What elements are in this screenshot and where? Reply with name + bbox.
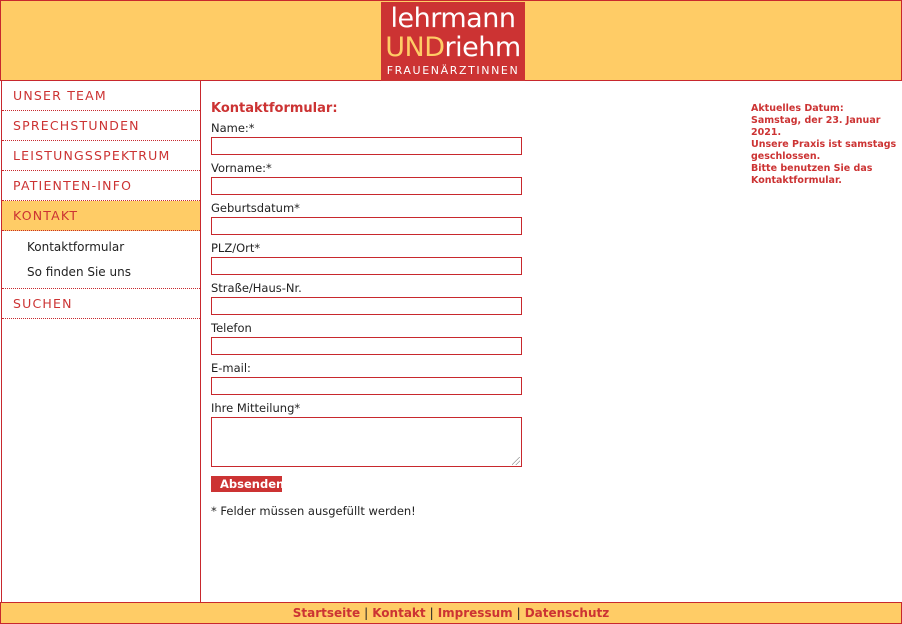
footer-separator: | [364, 606, 369, 620]
vorname-field[interactable] [211, 177, 522, 195]
strasse-label: Straße/Haus-Nr. [211, 281, 302, 295]
plz-ort-label: PLZ/Ort* [211, 241, 261, 255]
footer: Startseite | Kontakt | Impressum | Datenschutz [0, 602, 902, 624]
logo-und: UND [385, 32, 445, 63]
geburtsdatum-field[interactable] [211, 217, 522, 235]
logo-subtitle: FRAUENÄRZTINNEN [386, 64, 520, 77]
nav-item-kontakt[interactable]: KONTAKT [2, 201, 200, 231]
nav-item-sprechstunden[interactable]: SPRECHSTUNDEN [2, 111, 200, 141]
strasse-field[interactable] [211, 297, 522, 315]
info-box: Aktuelles Datum: Samstag, der 23. Januar… [751, 103, 899, 187]
subnav-item-kontaktformular[interactable]: Kontaktformular [2, 235, 200, 260]
resize-grip-icon[interactable] [512, 457, 520, 465]
email-label: E-mail: [211, 361, 251, 375]
required-note: * Felder müssen ausgefüllt werden! [211, 504, 416, 518]
sidebar-nav: UNSER TEAM SPRECHSTUNDEN LEISTUNGSSPEKTR… [1, 81, 201, 602]
email-field[interactable] [211, 377, 522, 395]
footer-separator: | [429, 606, 434, 620]
footer-link-kontakt[interactable]: Kontakt [372, 606, 425, 620]
info-closed-notice: Unsere Praxis ist samstags geschlossen. [751, 139, 897, 162]
geburtsdatum-label: Geburtsdatum* [211, 201, 300, 215]
nav-item-patienten-info[interactable]: PATIENTEN-INFO [2, 171, 200, 201]
nav-item-leistungsspektrum[interactable]: LEISTUNGSSPEKTRUM [2, 141, 200, 171]
footer-separator: | [516, 606, 521, 620]
submit-button[interactable]: Absenden [211, 476, 284, 492]
telefon-label: Telefon [211, 321, 252, 335]
logo-line2: UNDriehm [381, 33, 525, 63]
info-date: Samstag, der 23. Januar 2021. [751, 115, 881, 138]
contact-form: Kontaktformular: Name:* Vorname:* Geburt… [211, 101, 551, 518]
page: lehrmann UNDriehm FRAUENÄRZTINNEN UNSER … [0, 0, 902, 624]
subnav-item-so-finden-sie-uns[interactable]: So finden Sie uns [2, 260, 200, 285]
footer-link-impressum[interactable]: Impressum [438, 606, 513, 620]
name-label: Name:* [211, 121, 255, 135]
nav-item-suchen[interactable]: SUCHEN [2, 289, 200, 319]
logo-riehm: riehm [444, 32, 522, 63]
subnav-kontakt: Kontaktformular So finden Sie uns [2, 231, 200, 289]
header: lehrmann UNDriehm FRAUENÄRZTINNEN [0, 0, 902, 81]
form-title: Kontaktformular: [211, 101, 338, 116]
nav-item-unser-team[interactable]: UNSER TEAM [2, 81, 200, 111]
telefon-field[interactable] [211, 337, 522, 355]
vorname-label: Vorname:* [211, 161, 272, 175]
message-textarea[interactable] [211, 417, 522, 467]
message-label: Ihre Mitteilung* [211, 401, 301, 415]
info-use-form: Bitte benutzen Sie das Kontaktformular. [751, 163, 873, 186]
plz-ort-field[interactable] [211, 257, 522, 275]
footer-link-datenschutz[interactable]: Datenschutz [525, 606, 610, 620]
footer-link-startseite[interactable]: Startseite [293, 606, 360, 620]
info-date-heading: Aktuelles Datum: [751, 103, 844, 114]
name-field[interactable] [211, 137, 522, 155]
practice-logo[interactable]: lehrmann UNDriehm FRAUENÄRZTINNEN [381, 2, 525, 81]
logo-line1: lehrmann [390, 3, 516, 34]
